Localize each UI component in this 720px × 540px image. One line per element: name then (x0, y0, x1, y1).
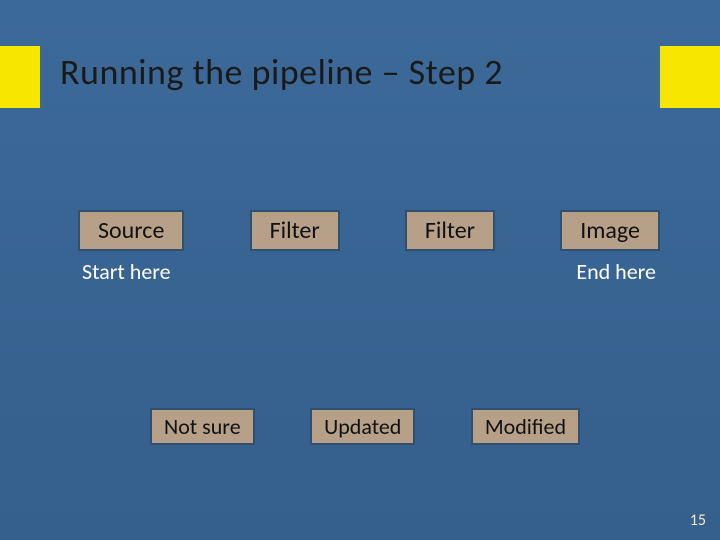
page-number: 15 (690, 511, 706, 530)
accent-bar-left (0, 46, 44, 108)
box-updated: Updated (310, 408, 415, 445)
slide-title: Running the pipeline – Step 2 (60, 50, 503, 94)
slide: Running the pipeline – Step 2 Source Fil… (0, 0, 720, 540)
label-start: Start here (82, 258, 171, 285)
pipeline-row-bottom: Not sure Updated Modified (150, 408, 580, 445)
label-end: End here (576, 258, 656, 285)
pipeline-row-top: Source Filter Filter Image (78, 210, 660, 251)
box-filter-1: Filter (250, 210, 340, 251)
box-source: Source (78, 210, 184, 251)
title-band: Running the pipeline – Step 2 (0, 46, 720, 108)
box-not-sure: Not sure (150, 408, 255, 445)
box-image: Image (560, 210, 660, 251)
accent-bar-right (656, 46, 720, 108)
box-filter-2: Filter (405, 210, 495, 251)
box-modified: Modified (471, 408, 580, 445)
